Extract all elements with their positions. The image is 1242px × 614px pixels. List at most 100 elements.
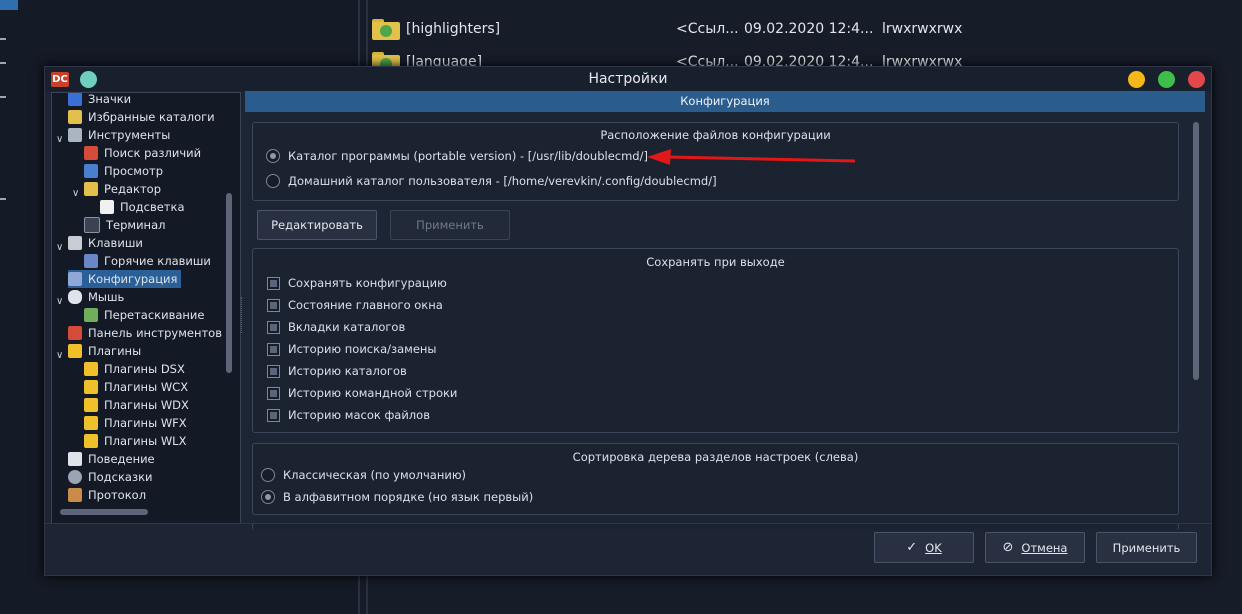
file-attr: lrwxrwxrwx (882, 21, 963, 37)
tree-item-configuration[interactable]: Конфигурация (68, 270, 182, 288)
group-title: Сохранять при выходе (646, 255, 785, 269)
tree-item-tools[interactable]: Инструменты (68, 126, 170, 144)
footer-divider (45, 523, 1211, 524)
save-on-exit-group: Сохранять при выходе Сохранять конфигура… (252, 248, 1179, 433)
checkbox-save-config[interactable]: Сохранять конфигурацию (267, 276, 447, 290)
tree-item-plugins[interactable]: Плагины (68, 342, 141, 360)
checkbox-indicator (267, 276, 280, 290)
splitter-handle[interactable] (241, 297, 244, 333)
tree-item-label: Поиск различий (104, 146, 202, 160)
edit-button-label: Редактировать (271, 218, 363, 232)
next-group-edge (252, 523, 1179, 530)
page-vertical-scrollbar[interactable] (1193, 122, 1199, 380)
tree-item-viewer[interactable]: Просмотр (84, 162, 163, 180)
tree-item-plugins-wdx[interactable]: Плагины WDX (84, 396, 189, 414)
checkbox-label: Историю каталогов (288, 364, 407, 378)
plugins-icon (68, 344, 82, 358)
group-title: Сортировка дерева разделов настроек (сле… (572, 450, 859, 464)
checkbox-label: Историю поиска/замены (288, 342, 437, 356)
keyboard-icon (68, 236, 82, 250)
tree-item-plugins-wcx[interactable]: Плагины WCX (84, 378, 188, 396)
close-button[interactable] (1188, 71, 1205, 88)
tree-item-editor[interactable]: Редактор (84, 180, 161, 198)
tree-item-label: Подсказки (88, 470, 153, 484)
checkbox-label: Состояние главного окна (288, 298, 443, 312)
tree-item-log[interactable]: Протокол (68, 486, 146, 504)
hotkeys-icon (84, 254, 98, 268)
tree-item-icons[interactable]: Значки (68, 93, 131, 108)
tree-item-highlight[interactable]: Подсветка (100, 198, 185, 216)
radio-portable[interactable]: Каталог программы (portable version) - [… (266, 149, 648, 163)
radio-alpha-sort[interactable]: В алфавитном порядке (но язык первый) (261, 490, 533, 504)
checkbox-dir-history[interactable]: Историю каталогов (267, 364, 407, 378)
expand-arrow-icon[interactable]: ∨ (56, 242, 63, 253)
tree-item-terminal[interactable]: Терминал (84, 216, 165, 234)
apply-button[interactable]: Применить (1096, 532, 1197, 563)
log-icon (68, 488, 82, 502)
tree-item-label: Плагины DSX (104, 362, 185, 376)
apply-inline-button[interactable]: Применить (390, 210, 510, 240)
file-row-highlighters[interactable]: [highlighters] <Ссыл... 09.02.2020 12:4.… (372, 17, 962, 41)
tree-item-label: Конфигурация (88, 272, 178, 286)
minimize-button[interactable] (1128, 71, 1145, 88)
ok-button[interactable]: ✓ OK (874, 532, 974, 563)
cancel-button[interactable]: ⊘ Отмена (985, 532, 1085, 563)
tooltips-icon (68, 470, 82, 484)
tree-item-toolbar[interactable]: Панель инструментов (68, 324, 222, 342)
radio-indicator (266, 174, 280, 188)
tree-item-label: Плагины (88, 344, 142, 358)
tree-item-hotkeys[interactable]: Горячие клавиши (84, 252, 211, 270)
tree-item-label: Терминал (106, 218, 166, 232)
tree-item-tooltips[interactable]: Подсказки (68, 468, 153, 486)
file-type: <Ссыл... (676, 21, 739, 37)
tree-item-mouse[interactable]: Мышь (68, 288, 124, 306)
tree-item-label: Перетаскивание (104, 308, 205, 322)
title-bar[interactable]: DC Настройки (45, 67, 1211, 91)
tree-sort-group: Сортировка дерева разделов настроек (сле… (252, 443, 1179, 515)
tree-item-drag-drop[interactable]: Перетаскивание (84, 306, 204, 324)
checkbox-search-history[interactable]: Историю поиска/замены (267, 342, 437, 356)
radio-indicator (266, 149, 280, 163)
checkbox-indicator (267, 320, 280, 334)
file-name: [highlighters] (406, 21, 501, 37)
behavior-icon (68, 452, 82, 466)
icons-icon (68, 93, 82, 106)
expand-arrow-icon[interactable]: ∨ (56, 134, 63, 145)
folder-link-icon (372, 18, 400, 40)
tree-item-plugins-dsx[interactable]: Плагины DSX (84, 360, 185, 378)
tree-item-behavior[interactable]: Поведение (68, 450, 155, 468)
left-panel-mark (0, 62, 6, 64)
apply-button-label: Применить (1112, 540, 1181, 555)
radio-home[interactable]: Домашний каталог пользователя - [/home/v… (266, 174, 717, 188)
checkbox-main-window-state[interactable]: Состояние главного окна (267, 298, 443, 312)
drag-drop-icon (84, 308, 98, 322)
checkbox-mask-history[interactable]: Историю масок файлов (267, 408, 430, 422)
tree-item-plugins-wlx[interactable]: Плагины WLX (84, 432, 186, 450)
radio-label: Домашний каталог пользователя - [/home/v… (288, 174, 717, 188)
edit-button[interactable]: Редактировать (257, 210, 377, 240)
tree-item-label: Панель инструментов (88, 326, 222, 340)
settings-tree[interactable]: ∨ ∨ ∨ ∨ ∨ Значки Избранные каталоги Инст… (51, 92, 241, 524)
configuration-icon (68, 272, 82, 286)
plugin-icon (84, 398, 98, 412)
tree-vertical-scrollbar[interactable] (226, 193, 232, 373)
checkbox-folder-tabs[interactable]: Вкладки каталогов (267, 320, 405, 334)
expand-arrow-icon[interactable]: ∨ (72, 188, 79, 199)
tree-item-diff[interactable]: Поиск различий (84, 144, 201, 162)
tree-item-plugins-wfx[interactable]: Плагины WFX (84, 414, 187, 432)
tree-item-label: Мышь (88, 290, 125, 304)
checkbox-cmdline-history[interactable]: Историю командной строки (267, 386, 457, 400)
tree-item-keys[interactable]: Клавиши (68, 234, 143, 252)
page-header: Конфигурация (245, 91, 1205, 112)
expand-arrow-icon[interactable]: ∨ (56, 350, 63, 361)
tree-item-favorites[interactable]: Избранные каталоги (68, 108, 215, 126)
apply-inline-button-label: Применить (416, 218, 484, 232)
left-panel-mark (0, 96, 6, 98)
expand-arrow-icon[interactable]: ∨ (56, 296, 63, 307)
tree-horizontal-scrollbar[interactable] (60, 509, 148, 515)
tree-item-label: Редактор (104, 182, 161, 196)
checkbox-indicator (267, 342, 280, 356)
maximize-button[interactable] (1158, 71, 1175, 88)
tree-item-label: Горячие клавиши (104, 254, 211, 268)
radio-classic-sort[interactable]: Классическая (по умолчанию) (261, 468, 466, 482)
